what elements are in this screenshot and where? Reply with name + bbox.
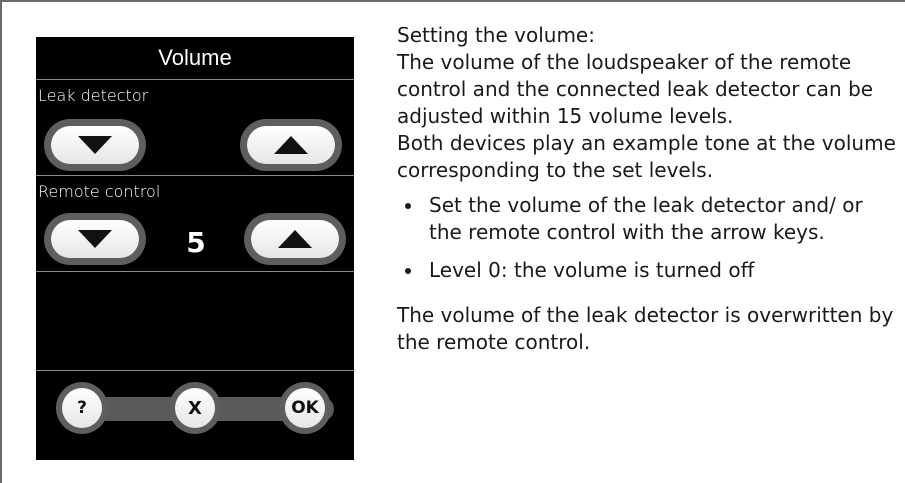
arrow-down-icon [78, 136, 112, 154]
divider [36, 79, 354, 80]
remote-volume-down-button[interactable] [44, 213, 146, 265]
help-button[interactable]: ? [56, 382, 108, 434]
list-item-text: Set the volume of the leak detector and/… [429, 193, 863, 244]
ok-button-label: OK [285, 388, 325, 428]
cancel-button-label: X [175, 388, 215, 428]
leak-detector-label: Leak detector [38, 86, 149, 105]
arrow-up-icon [274, 136, 308, 154]
bullet-icon [405, 268, 411, 274]
remote-volume-up-button[interactable] [244, 213, 346, 265]
list-item: Level 0: the volume is turned off [397, 257, 897, 284]
ok-button[interactable]: OK [279, 382, 331, 434]
instructions-heading: Setting the volume: [397, 23, 595, 47]
leak-volume-up-button[interactable] [240, 119, 342, 171]
screen-title: Volume [158, 45, 232, 70]
arrow-down-icon [78, 230, 112, 248]
list-item: Set the volume of the leak detector and/… [397, 192, 897, 246]
instructions-note: The volume of the leak detector is overw… [397, 303, 894, 354]
divider [36, 370, 354, 371]
instructions-example: Both devices play an example tone at the… [397, 131, 896, 182]
divider [36, 271, 354, 272]
leak-volume-down-button[interactable] [44, 119, 146, 171]
instruction-list: Set the volume of the leak detector and/… [397, 192, 897, 284]
remote-volume-level: 5 [186, 226, 206, 259]
remote-control-label: Remote control [38, 182, 161, 201]
divider [36, 175, 354, 176]
help-button-label: ? [62, 388, 102, 428]
device-screen: Volume Leak detector Remote control 5 ? … [36, 37, 354, 460]
bullet-icon [405, 203, 411, 209]
list-item-text: Level 0: the volume is turned off [429, 258, 755, 282]
arrow-up-icon [278, 230, 312, 248]
cancel-button[interactable]: X [169, 382, 221, 434]
instructions: Setting the volume: The volume of the lo… [397, 22, 897, 356]
instructions-intro: The volume of the loudspeaker of the rem… [397, 50, 874, 128]
